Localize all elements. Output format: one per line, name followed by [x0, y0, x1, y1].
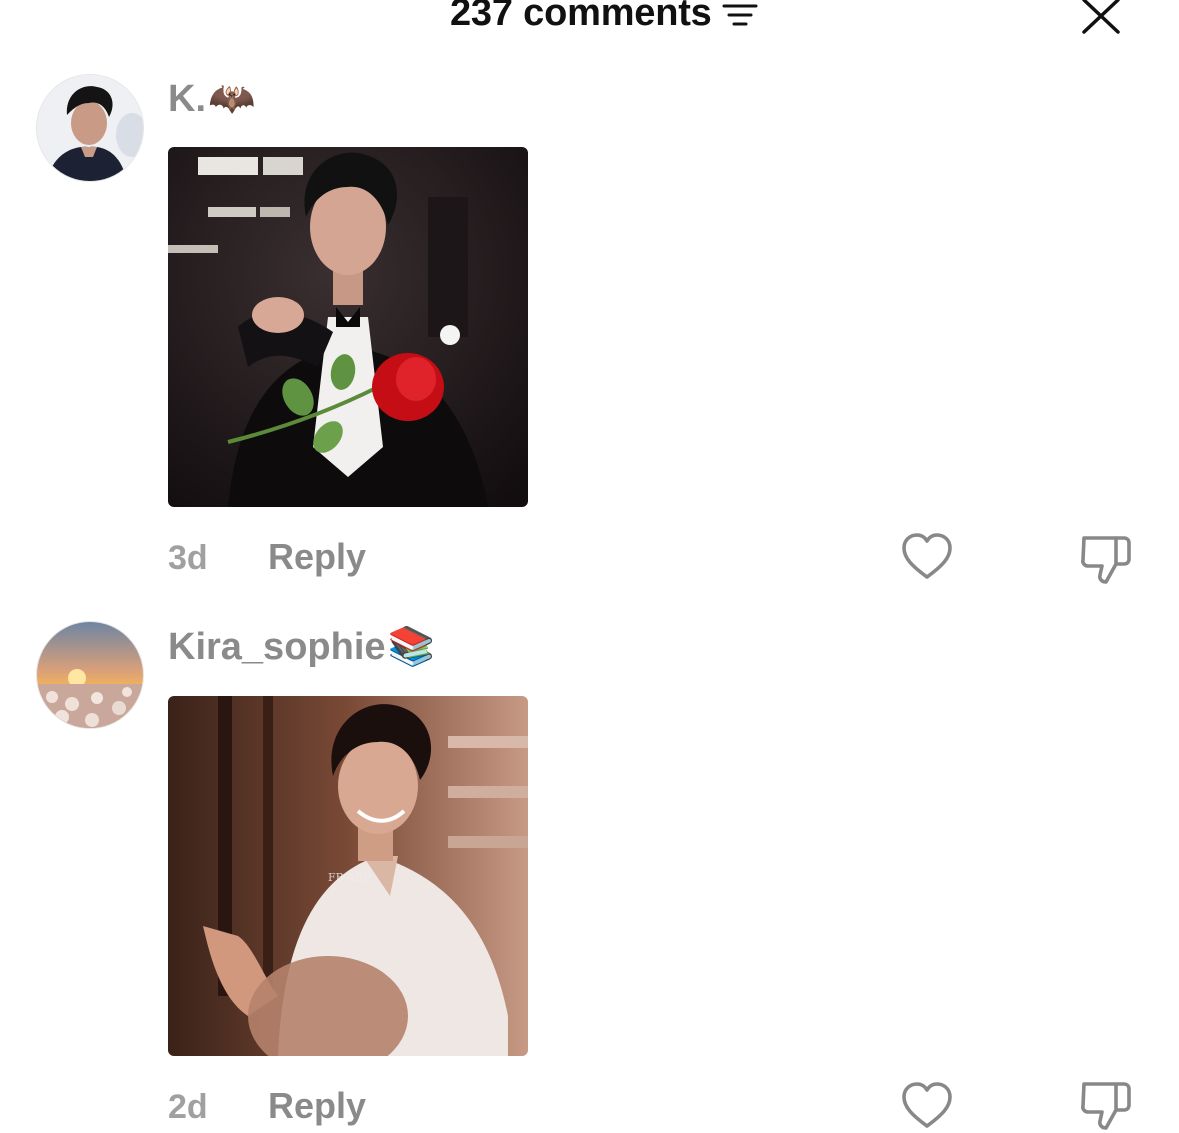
sort-filter-icon[interactable] — [722, 1, 758, 31]
comment-timestamp: 3d — [168, 539, 208, 577]
comment-image[interactable]: FB.AEP — [168, 696, 528, 1056]
comments-header: 237 comments — [0, 0, 1179, 40]
comments-count-title: 237 comments — [450, 0, 712, 34]
comment-username[interactable]: Kira_sophie📚 — [168, 624, 435, 669]
title-wrap: 237 comments — [450, 0, 758, 38]
dislike-button[interactable] — [1078, 1076, 1134, 1132]
avatar[interactable] — [36, 621, 144, 729]
close-button[interactable] — [1080, 0, 1122, 36]
comment-image[interactable] — [168, 147, 528, 507]
heart-icon — [902, 533, 952, 579]
svg-text:FB.AEP: FB.AEP — [328, 871, 371, 884]
books-emoji-icon: 📚 — [387, 624, 435, 668]
comment-timestamp: 2d — [168, 1088, 208, 1126]
like-button[interactable] — [900, 1081, 954, 1131]
thumbs-down-icon — [1081, 536, 1131, 584]
heart-icon — [902, 1082, 952, 1128]
dislike-button[interactable] — [1078, 530, 1134, 586]
comment-username[interactable]: K.🦇 — [168, 76, 255, 121]
close-icon — [1082, 0, 1120, 34]
like-button[interactable] — [900, 532, 954, 582]
bat-emoji-icon: 🦇 — [208, 76, 256, 120]
reply-button[interactable]: Reply — [268, 1086, 366, 1126]
username-text: K. — [168, 78, 206, 120]
username-text: Kira_sophie — [168, 626, 386, 668]
thumbs-down-icon — [1081, 1082, 1131, 1130]
reply-button[interactable]: Reply — [268, 537, 366, 577]
avatar[interactable] — [36, 74, 144, 182]
